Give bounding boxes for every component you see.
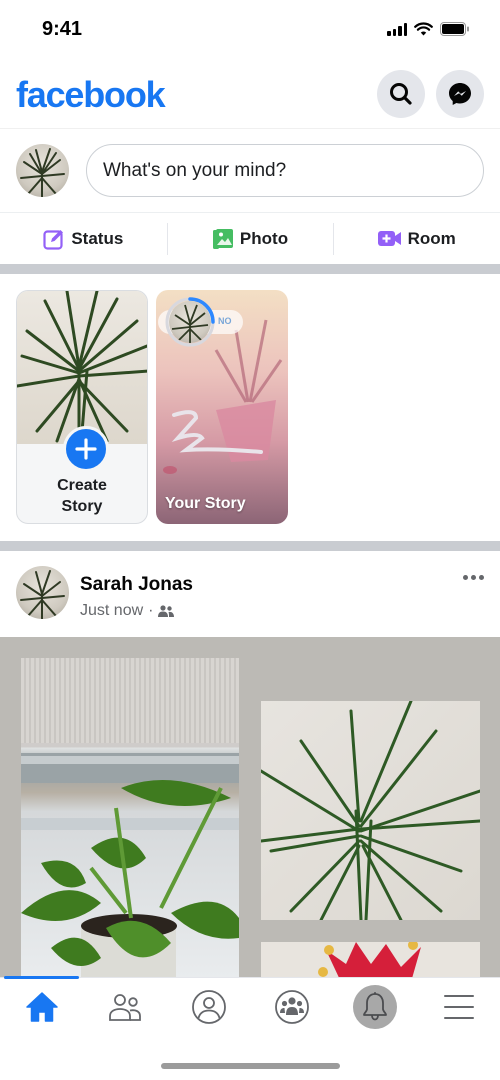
tab-menu[interactable] [417, 978, 500, 1036]
post-time[interactable]: Just now [80, 602, 143, 620]
meta-separator: · [148, 602, 154, 619]
room-label: Room [407, 228, 456, 248]
create-story-label: Create Story [17, 475, 147, 517]
bell-icon [362, 992, 387, 1021]
status-time: 9:41 [42, 18, 83, 40]
messenger-button[interactable] [436, 70, 484, 118]
post-author-name[interactable]: Sarah Jonas [80, 574, 193, 596]
tab-notifications[interactable] [333, 978, 416, 1036]
post-options-button[interactable] [463, 575, 484, 580]
search-icon [390, 83, 412, 105]
your-story-avatar-ring [164, 296, 216, 348]
plus-icon [75, 438, 97, 460]
status-label: Status [71, 228, 124, 248]
photo-icon [212, 228, 233, 249]
section-divider [0, 541, 500, 551]
room-button[interactable]: Room [333, 213, 500, 264]
photo-label: Photo [239, 228, 289, 248]
more-dot [471, 575, 476, 580]
tab-friends[interactable] [83, 978, 166, 1036]
plant-avatar-image [20, 148, 65, 197]
more-dot [463, 575, 468, 580]
post-photo-pothos[interactable] [21, 658, 239, 977]
post-header: Sarah Jonas Just now · [0, 551, 500, 637]
home-indicator[interactable] [161, 1063, 340, 1069]
post-meta: Just now · [80, 602, 175, 620]
facebook-feed-screen: 9:41 facebook What's on your mind? Statu… [0, 0, 500, 1080]
active-tab-indicator [4, 976, 79, 979]
notifications-highlight [352, 985, 397, 1029]
create-story-label-line2: Story [61, 498, 103, 515]
your-story-label: Your Story [165, 495, 246, 512]
video-room-icon [377, 230, 401, 246]
profile-icon [191, 990, 226, 1024]
facebook-logo[interactable]: facebook [16, 74, 166, 116]
whats-on-your-mind-input[interactable]: What's on your mind? [86, 144, 484, 197]
status-icons [387, 22, 470, 36]
post-photo-dracaena[interactable] [261, 701, 480, 920]
create-story-card[interactable]: Create Story [16, 290, 148, 524]
tab-profile[interactable] [167, 978, 250, 1036]
your-story-card[interactable]: NO Your Story [156, 290, 288, 524]
status-button[interactable]: Status [0, 213, 167, 264]
create-story-label-line1: Create [57, 477, 107, 494]
status-bar: 9:41 [0, 0, 500, 62]
battery-icon [440, 22, 469, 36]
menu-icon [443, 995, 474, 1019]
search-button[interactable] [377, 70, 425, 118]
groups-icon [274, 990, 309, 1024]
tab-home[interactable] [0, 976, 83, 1036]
create-story-image [17, 291, 147, 444]
composer: What's on your mind? [0, 128, 500, 212]
section-divider [0, 264, 500, 274]
add-story-button[interactable] [63, 426, 109, 472]
cellular-signal-icon [387, 22, 407, 36]
messenger-icon [449, 83, 471, 105]
wifi-icon [414, 22, 433, 36]
stories-tray: Create Story NO Your Story [0, 274, 500, 541]
composer-actions: Status Photo Room [0, 212, 500, 264]
friends-icon [108, 994, 141, 1021]
more-dot [479, 575, 484, 580]
app-header: facebook [0, 62, 500, 128]
edit-icon [43, 229, 64, 250]
your-story-avatar [169, 301, 211, 343]
user-avatar[interactable] [16, 144, 69, 197]
tab-groups[interactable] [250, 978, 333, 1036]
story-sticker-text: NO [218, 316, 232, 326]
friends-audience-icon[interactable] [158, 604, 175, 618]
photo-button[interactable]: Photo [166, 213, 334, 264]
post-photo-craft[interactable] [261, 942, 480, 977]
post-media[interactable] [0, 637, 500, 977]
home-icon [25, 992, 58, 1022]
author-avatar[interactable] [16, 566, 69, 619]
